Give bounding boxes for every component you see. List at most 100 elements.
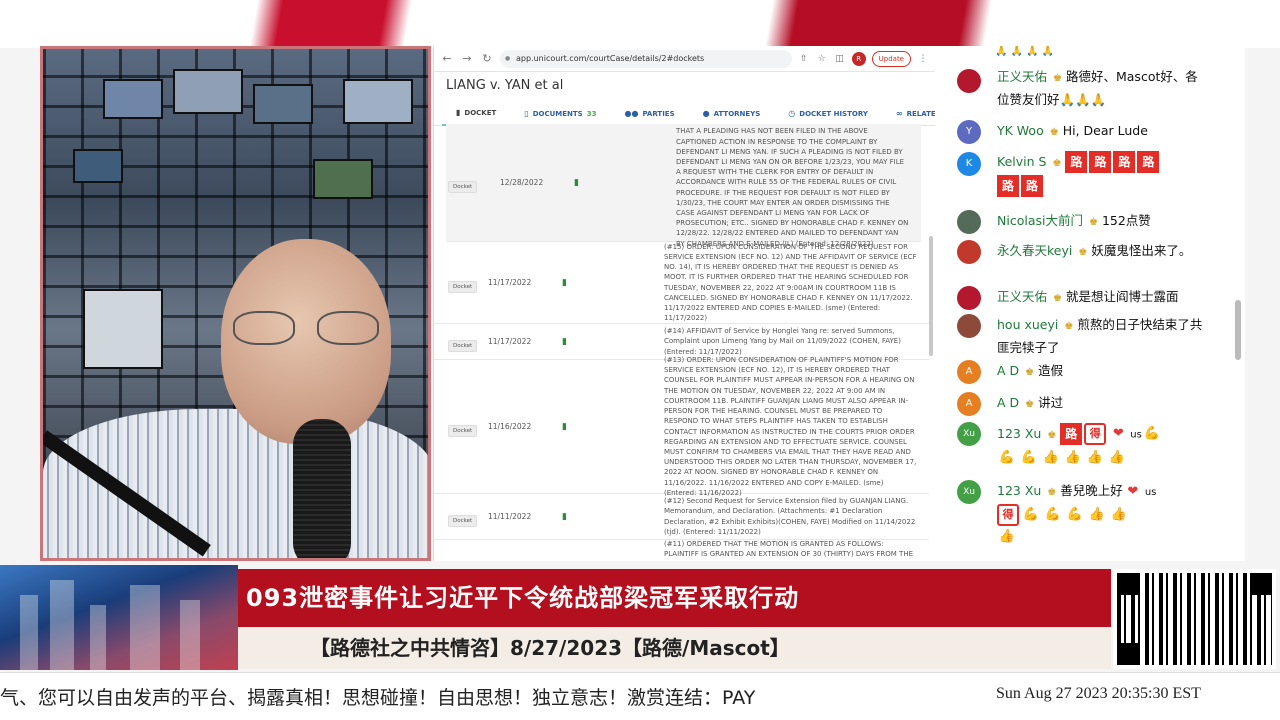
muscle-emoji: 💪 bbox=[998, 449, 1016, 465]
muscle-emoji: 💪 bbox=[1022, 506, 1040, 522]
avatar[interactable]: A bbox=[957, 360, 981, 384]
chat-author[interactable]: hou xueyi bbox=[997, 317, 1058, 332]
clock: Sun Aug 27 2023 20:35:30 EST bbox=[996, 685, 1201, 702]
chat-author[interactable]: Nicolasi大前门 bbox=[997, 213, 1083, 228]
thumbs-up-emoji: 👍 bbox=[1110, 506, 1128, 522]
file-icon[interactable]: ▮ bbox=[560, 278, 664, 288]
avatar[interactable] bbox=[957, 314, 981, 338]
chat-author[interactable]: 正义天佑 bbox=[997, 69, 1047, 84]
muscle-emoji: 💪 bbox=[1020, 449, 1038, 465]
tab-docket[interactable]: ▮ DOCKET bbox=[442, 102, 511, 126]
docket-entry[interactable]: Docket 11/17/2022 ▮ (#15) ORDER: UPON CO… bbox=[434, 242, 929, 324]
browser-scrollbar[interactable] bbox=[929, 236, 933, 356]
chat-author[interactable]: 正义天佑 bbox=[997, 289, 1047, 304]
avatar[interactable]: Xu bbox=[957, 422, 981, 446]
muscle-emoji: 💪 bbox=[1044, 506, 1062, 522]
stream-frame: { "browser": { "url": "app.unicourt.com/… bbox=[0, 0, 1280, 720]
docket-entry[interactable]: (#11) ORDERED THAT THE MOTION IS GRANTED… bbox=[434, 540, 929, 561]
chat-message: A A D ♚ 造假 bbox=[935, 360, 1245, 392]
de-emoji: 得 bbox=[1084, 423, 1107, 445]
clock-icon: ◷ bbox=[788, 109, 796, 118]
ticker-text: 气、您可以自由发声的平台、揭露真相！思想碰撞！自由思想！独立意志！激赏连结：PA… bbox=[0, 687, 756, 709]
tab-documents[interactable]: ▯ DOCUMENTS 33 bbox=[510, 102, 610, 126]
chat-message: 正义天佑 ♚ 路德好、Mascot好、各位赞友们好🙏🙏🙏 bbox=[935, 66, 1245, 114]
file-icon[interactable]: ▮ bbox=[560, 337, 664, 347]
moderator-badge-icon: ♚ bbox=[1088, 217, 1098, 228]
docket-badge: Docket bbox=[448, 339, 478, 352]
reload-icon[interactable]: ↻ bbox=[480, 52, 494, 66]
tab-attorneys[interactable]: ● ATTORNEYS bbox=[689, 102, 775, 126]
entry-text: (#14) AFFIDAVIT of Service by Honglei Ya… bbox=[664, 327, 901, 356]
docket-entry[interactable]: Docket 11/16/2022 ▮ (#13) ORDER: UPON CO… bbox=[434, 356, 929, 497]
chat-message: Nicolasi大前门 ♚ 152点赞 bbox=[935, 210, 1245, 240]
moderator-badge-icon: ♚ bbox=[1053, 73, 1062, 84]
docket-entry[interactable]: Docket 11/11/2022 ▮ (#12) Second Request… bbox=[434, 494, 929, 540]
thumbs-up-emoji: 👍 bbox=[1088, 506, 1106, 522]
file-icon[interactable]: ▮ bbox=[560, 512, 664, 522]
chat-text: us bbox=[1130, 429, 1142, 441]
bookmark-star-icon[interactable]: ☆ bbox=[816, 54, 828, 64]
chat-text: 妖魔鬼怪出来了。 bbox=[1091, 243, 1192, 258]
url-field[interactable]: app.unicourt.com/courtCase/details/2#doc… bbox=[500, 49, 792, 68]
microphone bbox=[293, 419, 351, 558]
menu-icon[interactable]: ⋮ bbox=[917, 54, 929, 64]
tab-related[interactable]: ∞ RELATED bbox=[882, 102, 935, 126]
chat-message: Y YK Woo ♚ Hi, Dear Lude bbox=[935, 120, 1245, 146]
share-icon[interactable]: ⇧ bbox=[798, 54, 810, 64]
news-ticker: 气、您可以自由发声的平台、揭露真相！思想碰撞！自由思想！独立意志！激赏连结：PA… bbox=[0, 672, 1280, 720]
background-banner bbox=[0, 0, 1280, 48]
avatar[interactable]: K bbox=[957, 152, 981, 176]
road-emoji: 路 bbox=[1137, 151, 1160, 173]
documents-count: 33 bbox=[586, 109, 597, 118]
tab-docket-history[interactable]: ◷ DOCKET HISTORY bbox=[774, 102, 882, 126]
chat-message: Xu 123 Xu ♚ 路得 ❤ us 💪 💪 💪 👍 👍 👍 👍 bbox=[935, 422, 1245, 480]
chat-author[interactable]: YK Woo bbox=[997, 123, 1044, 138]
webcam-feed bbox=[40, 46, 431, 561]
chat-text: Hi, Dear Lude bbox=[1062, 123, 1148, 138]
avatar[interactable]: Xu bbox=[957, 480, 981, 504]
thumbs-up-emoji: 👍 bbox=[1108, 449, 1126, 465]
chat-author[interactable]: 123 Xu bbox=[997, 426, 1041, 441]
docket-entry[interactable]: Docket 12/28/2022 ▮ (#16) ORDER THAT A R… bbox=[446, 124, 921, 248]
docket-badge: Docket bbox=[448, 514, 478, 527]
tab-parties[interactable]: ●● PARTIES bbox=[610, 102, 688, 126]
heart-emoji: ❤ bbox=[1127, 483, 1139, 499]
address-bar-row: ← → ↻ app.unicourt.com/courtCase/details… bbox=[434, 46, 935, 72]
avatar[interactable]: Y bbox=[957, 120, 981, 144]
chat-author[interactable]: 永久春天keyi bbox=[997, 243, 1072, 258]
subheadline: 【路德社之中共情咨】8/27/2023【路德/Mascot】 bbox=[238, 627, 1111, 669]
avatar[interactable] bbox=[957, 69, 981, 93]
avatar[interactable] bbox=[957, 286, 981, 310]
sidebar-icon[interactable]: ◫ bbox=[834, 54, 846, 64]
profile-avatar[interactable]: R bbox=[851, 51, 866, 66]
moderator-badge-icon: ♚ bbox=[1078, 247, 1088, 258]
moderator-badge-icon: ♚ bbox=[1025, 367, 1035, 378]
qr-code bbox=[1113, 569, 1276, 669]
person-icon: ● bbox=[702, 109, 710, 118]
chat-author[interactable]: A D bbox=[997, 363, 1019, 378]
chat-author[interactable]: 123 Xu bbox=[997, 483, 1041, 498]
forward-icon[interactable]: → bbox=[460, 52, 474, 66]
moderator-badge-icon: ♚ bbox=[1052, 157, 1062, 169]
chat-text: 造假 bbox=[1038, 363, 1064, 378]
chat-scrollbar[interactable] bbox=[1235, 300, 1241, 360]
de-emoji: 得 bbox=[997, 503, 1019, 526]
chat-author[interactable]: A D bbox=[997, 395, 1019, 410]
entry-date: 11/16/2022 bbox=[488, 422, 532, 431]
road-emoji: 路 bbox=[997, 175, 1019, 197]
moderator-badge-icon: ♚ bbox=[1053, 293, 1062, 304]
entry-date: 11/11/2022 bbox=[488, 512, 532, 521]
back-icon[interactable]: ← bbox=[440, 52, 454, 66]
chat-author[interactable]: Kelvin S bbox=[997, 154, 1046, 169]
road-emoji: 路 bbox=[1060, 423, 1083, 445]
avatar[interactable]: A bbox=[957, 392, 981, 416]
avatar[interactable] bbox=[957, 210, 981, 234]
update-button[interactable]: Update bbox=[871, 50, 911, 67]
file-icon[interactable]: ▮ bbox=[560, 422, 664, 432]
avatar[interactable] bbox=[957, 240, 981, 264]
docket-list: Docket 12/28/2022 ▮ (#16) ORDER THAT A R… bbox=[434, 124, 929, 561]
thumbs-up-emoji: 👍 bbox=[998, 529, 1016, 544]
file-icon[interactable]: ▮ bbox=[572, 178, 676, 188]
book-icon: ▮ bbox=[456, 108, 461, 117]
glasses bbox=[233, 311, 383, 345]
